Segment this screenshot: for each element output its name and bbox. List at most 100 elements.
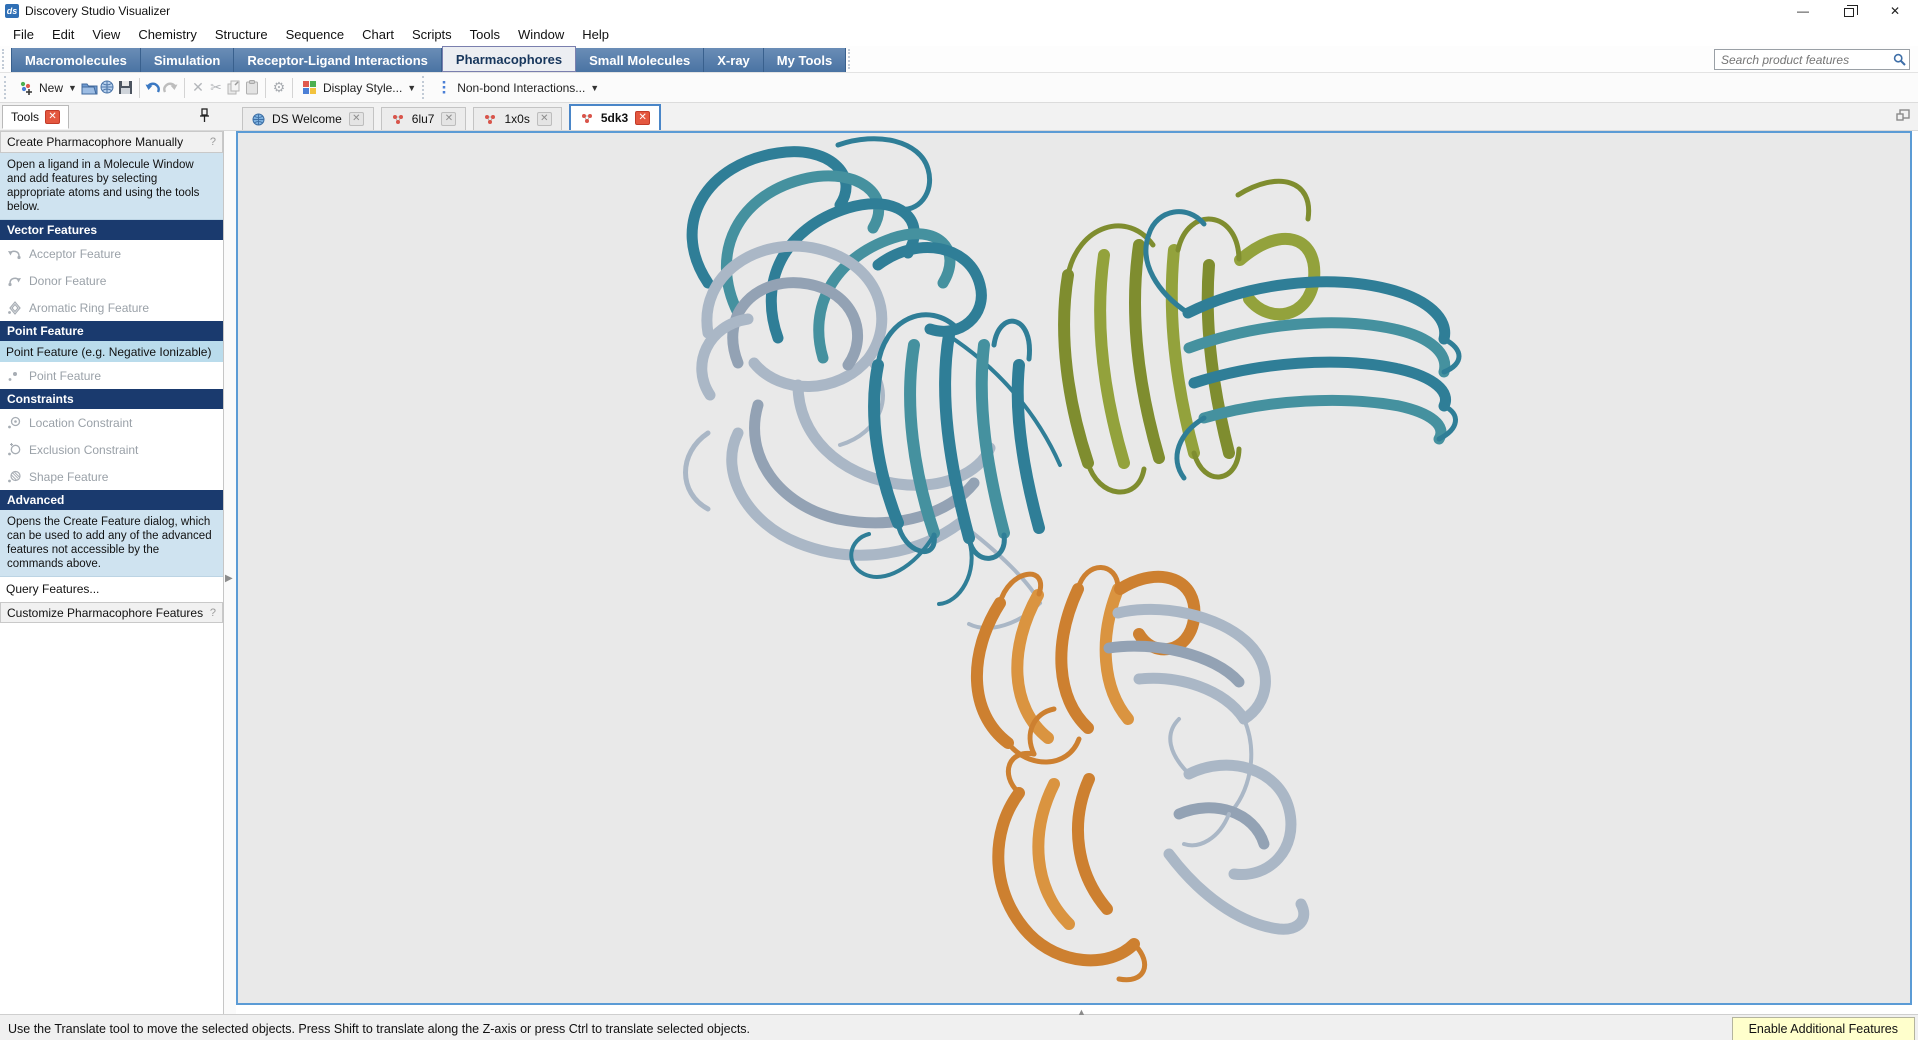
ribbon-tab-pharmacophores[interactable]: Pharmacophores (442, 46, 576, 72)
section-constraints: Constraints (0, 389, 223, 409)
menu-file[interactable]: File (4, 24, 43, 45)
display-style-icon (301, 79, 319, 96)
menu-tools[interactable]: Tools (461, 24, 509, 45)
display-style-button[interactable]: Display Style... ▼ (297, 77, 420, 98)
document-tab-bar: Tools ✕ DS Welcome ✕ 6lu7 ✕ 1x0s ✕ 5dk3 … (0, 103, 1918, 131)
point-feature-subtitle: Point Feature (e.g. Negative Ionizable) (0, 341, 223, 362)
sidebar-item-label: Acceptor Feature (29, 247, 121, 261)
molecule-viewport-5dk3[interactable] (236, 131, 1912, 1005)
tab-close-icon[interactable]: ✕ (635, 111, 650, 125)
menu-scripts[interactable]: Scripts (403, 24, 461, 45)
title-bar: ds Discovery Studio Visualizer — ✕ (0, 0, 1918, 22)
new-molecule-icon (17, 79, 35, 96)
toolbar-grip (2, 49, 9, 69)
ribbon-tab-my-tools[interactable]: My Tools (764, 48, 846, 72)
sidebar-item-acceptor-feature[interactable]: Acceptor Feature (0, 240, 223, 267)
advanced-description: Opens the Create Feature dialog, which c… (0, 510, 223, 577)
save-button[interactable] (117, 79, 135, 96)
new-label: New (39, 81, 63, 95)
tab-6lu7[interactable]: 6lu7 ✕ (381, 107, 467, 130)
ribbon-tab-receptor-ligand[interactable]: Receptor-Ligand Interactions (234, 48, 442, 72)
customize-pharmacophore-bar[interactable]: Customize Pharmacophore Features ? (0, 602, 223, 623)
menu-edit[interactable]: Edit (43, 24, 83, 45)
ribbon-tab-simulation[interactable]: Simulation (141, 48, 234, 72)
sidebar-item-label: Point Feature (29, 369, 101, 383)
shape-feature-icon (6, 470, 22, 483)
collapse-sidebar-icon[interactable]: ▶ (225, 573, 233, 584)
ribbon-tab-macromolecules[interactable]: Macromolecules (11, 48, 141, 72)
molecule-icon (580, 112, 594, 125)
protein-ribbon-rendering (238, 133, 1910, 1003)
new-button[interactable]: New ▼ (13, 77, 81, 98)
help-icon[interactable]: ? (210, 136, 216, 148)
sidebar-item-label: Aromatic Ring Feature (29, 301, 149, 315)
pin-icon[interactable] (199, 108, 210, 128)
donor-feature-icon (6, 275, 22, 287)
settings-gear-icon[interactable]: ⚙ (270, 79, 288, 96)
point-feature-icon (6, 370, 22, 382)
tab-1x0s[interactable]: 1x0s ✕ (473, 107, 561, 130)
tools-panel-label: Tools (11, 110, 39, 124)
exclusion-constraint-icon (6, 443, 22, 456)
enable-additional-features-button[interactable]: Enable Additional Features (1732, 1017, 1915, 1040)
open-file-button[interactable] (81, 79, 99, 96)
sidebar-item-location-constraint[interactable]: Location Constraint (0, 409, 223, 436)
sidebar-item-label: Location Constraint (29, 416, 132, 430)
ribbon-tab-xray[interactable]: X-ray (704, 48, 764, 72)
status-bar: Use the Translate tool to move the selec… (0, 1014, 1918, 1040)
copy-button[interactable] (225, 79, 243, 96)
tab-close-icon[interactable]: ✕ (349, 112, 364, 126)
nonbond-interactions-button[interactable]: Non-bond Interactions... ▼ (431, 77, 603, 98)
sidebar-item-shape-feature[interactable]: Shape Feature (0, 463, 223, 490)
search-icon[interactable] (1889, 53, 1909, 66)
menu-chart[interactable]: Chart (353, 24, 403, 45)
sidebar-item-label: Query Features... (6, 582, 99, 596)
sidebar-item-label: Exclusion Constraint (29, 443, 138, 457)
menu-view[interactable]: View (83, 24, 129, 45)
sidebar-item-query-features[interactable]: Query Features... (0, 577, 223, 601)
product-search (1714, 49, 1910, 70)
tab-5dk3[interactable]: 5dk3 ✕ (569, 104, 661, 130)
close-button[interactable]: ✕ (1872, 0, 1918, 22)
section-point-feature: Point Feature (0, 321, 223, 341)
sidebar-splitter[interactable]: ▶ (224, 131, 236, 1014)
help-icon[interactable]: ? (210, 607, 216, 619)
cascade-windows-icon[interactable] (1896, 109, 1910, 127)
tools-panel-tab[interactable]: Tools ✕ (2, 105, 69, 129)
menu-structure[interactable]: Structure (206, 24, 277, 45)
sidebar-item-aromatic-ring-feature[interactable]: Aromatic Ring Feature (0, 294, 223, 321)
tools-sidebar: Create Pharmacophore Manually ? Open a l… (0, 131, 224, 1014)
sidebar-item-point-feature[interactable]: Point Feature (0, 362, 223, 389)
menu-chemistry[interactable]: Chemistry (129, 24, 206, 45)
sidebar-item-exclusion-constraint[interactable]: Exclusion Constraint (0, 436, 223, 463)
menu-help[interactable]: Help (573, 24, 618, 45)
open-url-button[interactable] (99, 79, 117, 96)
search-input[interactable] (1715, 53, 1889, 67)
tab-label: 1x0s (504, 112, 529, 126)
toolbar-grip (422, 76, 429, 99)
tab-close-icon[interactable]: ✕ (441, 112, 456, 126)
undo-button[interactable] (144, 79, 162, 96)
sidebar-title: Create Pharmacophore Manually (7, 135, 183, 149)
tab-label: DS Welcome (272, 112, 342, 126)
tools-panel-close-icon[interactable]: ✕ (45, 110, 60, 124)
menu-window[interactable]: Window (509, 24, 573, 45)
tab-close-icon[interactable]: ✕ (537, 112, 552, 126)
redo-button[interactable] (162, 79, 180, 96)
delete-button[interactable]: ✕ (189, 79, 207, 96)
restore-button[interactable] (1826, 0, 1872, 22)
molecule-icon (483, 113, 497, 126)
minimize-button[interactable]: — (1780, 0, 1826, 22)
toolbar-grip (848, 49, 855, 69)
cut-button[interactable]: ✂ (207, 79, 225, 96)
paste-button[interactable] (243, 79, 261, 96)
menu-sequence[interactable]: Sequence (277, 24, 354, 45)
sidebar-title-bar[interactable]: Create Pharmacophore Manually ? (0, 131, 223, 153)
section-advanced: Advanced (0, 490, 223, 510)
tab-ds-welcome[interactable]: DS Welcome ✕ (242, 107, 374, 130)
ribbon-tab-small-molecules[interactable]: Small Molecules (576, 48, 704, 72)
sidebar-item-donor-feature[interactable]: Donor Feature (0, 267, 223, 294)
scroll-up-icon[interactable]: ▲ (1077, 1007, 1086, 1017)
sidebar-intro-text: Open a ligand in a Molecule Window and a… (0, 153, 223, 220)
customize-pharmacophore-label: Customize Pharmacophore Features (7, 606, 203, 620)
